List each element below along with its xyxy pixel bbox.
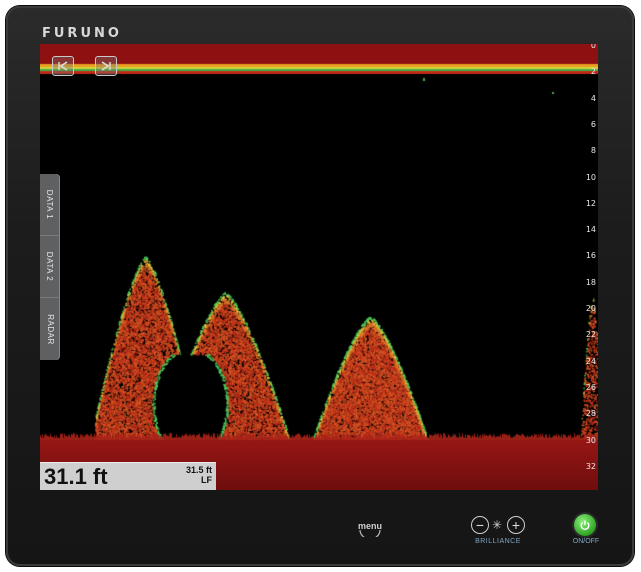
power-button[interactable] (574, 514, 596, 536)
brilliance-label: BRILLIANCE (475, 538, 521, 545)
scale-label-4: 4 (590, 93, 596, 103)
scale-label-12: 12 (585, 198, 596, 208)
scale-label-0: 0 (590, 44, 596, 50)
scale-label-6: 6 (590, 119, 596, 129)
power-icon (580, 520, 590, 531)
menu-button[interactable]: menu (357, 515, 383, 537)
scale-label-24: 24 (585, 356, 596, 366)
tab-radar[interactable]: RADAR (40, 298, 60, 360)
scale-label-26: 26 (585, 382, 596, 392)
depth-readout: 31.1 ft 31.5 ft LF (40, 462, 216, 490)
tab-data-1[interactable]: DATA 1 (40, 174, 60, 236)
power-label: ON/OFF (572, 538, 600, 545)
expand-right-button[interactable] (95, 56, 117, 76)
collapse-left-icon (58, 61, 68, 71)
scale-label-8: 8 (590, 146, 596, 156)
echo-display (40, 44, 598, 490)
scale-label-18: 18 (585, 277, 596, 287)
brand-logo: FURUNO (42, 26, 122, 41)
menu-arc-icon (359, 529, 381, 537)
scale-label-22: 22 (585, 330, 596, 340)
tab-data-1-label: DATA 1 (45, 189, 55, 220)
tab-data-2-label: DATA 2 (45, 251, 55, 282)
scale-label-10: 10 (585, 172, 596, 182)
fish-finder-screen: DATA 1 DATA 2 RADAR 0 2 4 6 8 10 12 14 16 18 20 22 2… (40, 44, 598, 490)
scale-label-16: 16 (585, 251, 596, 261)
depth-main-value: 31.1 ft (44, 464, 108, 489)
brilliance-plus-button[interactable]: + (507, 516, 525, 534)
depth-scale: 0 2 4 6 8 10 12 14 16 18 20 22 24 26 28 30 32 (578, 44, 598, 490)
hardware-controls: menu − ✳ + BRILLIANCE ON/OFF (0, 500, 641, 560)
scale-label-2: 2 (590, 67, 596, 77)
scale-label-28: 28 (585, 409, 596, 419)
brilliance-minus-button[interactable]: − (471, 516, 489, 534)
frequency-label: LF (201, 475, 212, 485)
scale-label-14: 14 (585, 225, 596, 235)
tab-radar-label: RADAR (45, 313, 55, 345)
scale-label-20: 20 (585, 304, 596, 313)
expand-right-icon (101, 61, 111, 71)
collapse-left-button[interactable] (52, 56, 74, 76)
tab-data-2[interactable]: DATA 2 (40, 236, 60, 298)
brilliance-icon: ✳ (492, 518, 503, 532)
scale-label-30: 30 (585, 435, 596, 445)
side-data-panel: DATA 1 DATA 2 RADAR (40, 174, 60, 360)
depth-secondary: 31.5 ft LF (186, 465, 212, 485)
scale-label-32: 32 (585, 461, 596, 471)
depth-secondary-value: 31.5 ft (185, 465, 212, 475)
